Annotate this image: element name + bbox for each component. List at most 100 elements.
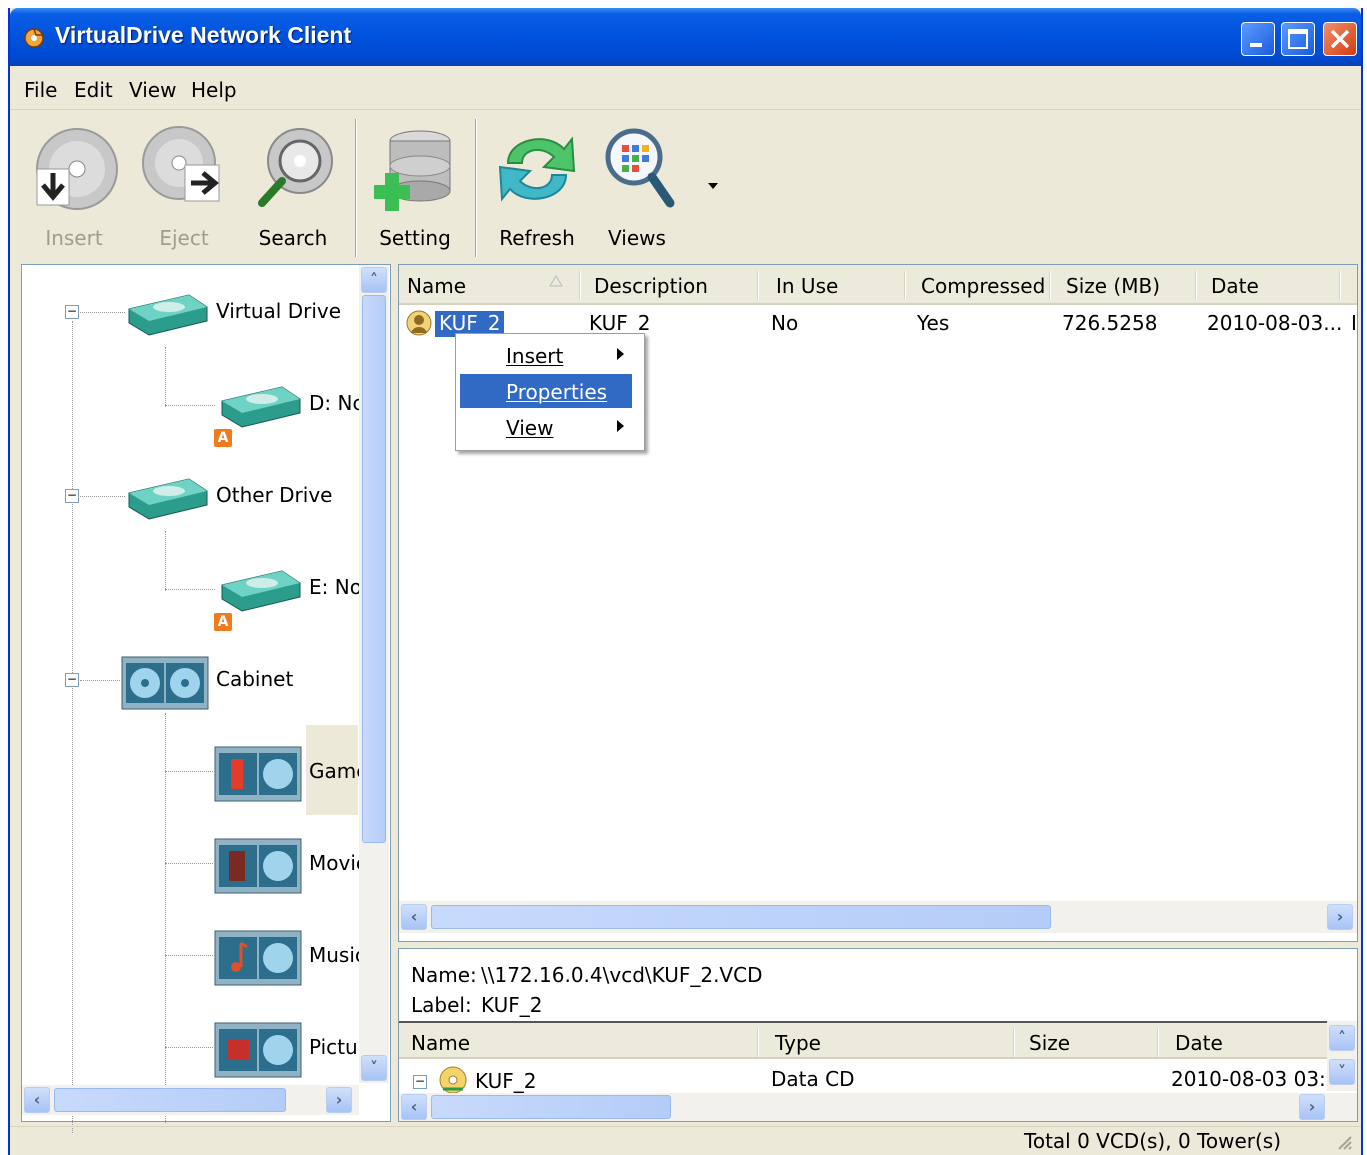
scroll-down-button[interactable]: ˅ [1329, 1059, 1355, 1085]
maximize-button[interactable] [1281, 22, 1315, 56]
tree-line [165, 531, 166, 591]
context-properties-label: Properties [506, 380, 608, 404]
detail-column-name[interactable]: Name [411, 1031, 470, 1055]
toolbar-separator [475, 119, 477, 257]
menu-help[interactable]: Help [191, 78, 237, 102]
eject-button[interactable]: Eject [134, 121, 234, 256]
menu-file[interactable]: File [24, 78, 57, 102]
drive-tree[interactable]: − Virtual Drive D: Nc A − Other Drive E:… [21, 264, 391, 1133]
column-divider[interactable] [1195, 271, 1197, 299]
row-in-use: No [771, 311, 799, 335]
column-divider[interactable] [1339, 271, 1341, 299]
music-cabinet-icon [214, 930, 302, 986]
tree-line [165, 405, 215, 406]
detail-horizontal-scrollbar[interactable]: ‹ › [399, 1093, 1357, 1121]
scroll-up-button[interactable]: ˄ [1329, 1025, 1355, 1051]
scroll-right-button[interactable]: › [1299, 1094, 1325, 1120]
search-icon [258, 128, 333, 207]
resize-grip-icon[interactable] [1335, 1133, 1353, 1151]
insert-button[interactable]: Insert [24, 121, 124, 256]
refresh-button[interactable]: Refresh [487, 121, 587, 256]
tree-line [80, 680, 120, 681]
scroll-thumb[interactable] [54, 1088, 286, 1112]
app-window: VirtualDrive Network Client File Edit Vi… [8, 8, 1363, 1155]
detail-column-type[interactable]: Type [775, 1031, 821, 1055]
column-header-size[interactable]: Size (MB) [1066, 274, 1160, 298]
scroll-left-button[interactable]: ‹ [401, 904, 427, 930]
tree-cabinet[interactable]: Cabinet [216, 667, 293, 691]
minimize-button[interactable] [1241, 22, 1275, 56]
column-divider[interactable] [904, 271, 906, 299]
tree-e-drive[interactable]: E: No [309, 575, 362, 599]
views-button[interactable]: Views [587, 121, 687, 256]
scroll-down-button[interactable]: ˅ [361, 1055, 387, 1081]
column-header-description[interactable]: Description [594, 274, 708, 298]
menu-edit[interactable]: Edit [74, 78, 113, 102]
close-icon [1330, 29, 1350, 49]
row-date: 2010-08-03... [1207, 311, 1343, 335]
tree-horizontal-scrollbar[interactable]: ‹ › [22, 1085, 359, 1115]
tree-other-drive[interactable]: Other Drive [216, 483, 332, 507]
tree-line [165, 589, 215, 590]
tree-virtual-drive[interactable]: Virtual Drive [216, 299, 341, 323]
setting-label: Setting [379, 226, 451, 250]
scroll-thumb[interactable] [431, 1095, 671, 1119]
column-divider[interactable] [579, 271, 581, 299]
scroll-thumb[interactable] [431, 905, 1051, 929]
column-divider[interactable] [1157, 1029, 1159, 1057]
search-button[interactable]: Search [243, 121, 343, 256]
detail-column-date[interactable]: Date [1175, 1031, 1223, 1055]
tree-picture[interactable]: Pictur [309, 1035, 366, 1059]
menu-view[interactable]: View [129, 78, 176, 102]
context-properties[interactable]: Properties [460, 374, 632, 408]
collapse-other-drive-button[interactable]: − [65, 489, 79, 503]
column-divider[interactable] [1049, 271, 1051, 299]
info-label-label: Label: [411, 993, 472, 1017]
column-divider[interactable] [757, 271, 759, 299]
detail-row-date: 2010-08-03 03:00 [1171, 1067, 1331, 1091]
refresh-icon [498, 136, 576, 202]
maximize-icon [1288, 29, 1308, 49]
detail-column-size[interactable]: Size [1029, 1031, 1070, 1055]
toolbar: Insert Eject Search Setting Refresh View… [10, 111, 1361, 261]
tree-line [72, 321, 73, 1133]
collapse-cabinet-button[interactable]: − [65, 673, 79, 687]
context-view-label: View [506, 416, 554, 440]
scroll-left-button[interactable]: ‹ [24, 1087, 50, 1113]
detail-row-name: KUF_2 [475, 1069, 537, 1093]
column-header-name[interactable]: Name [407, 274, 466, 298]
column-divider[interactable] [757, 1029, 759, 1057]
column-divider[interactable] [1013, 1029, 1015, 1057]
setting-button[interactable]: Setting [365, 121, 465, 256]
tree-line [165, 955, 213, 956]
scroll-up-button[interactable]: ˄ [361, 267, 387, 293]
tree-music[interactable]: Music [309, 943, 366, 967]
list-header: Name Description In Use Compressed Size … [399, 265, 1357, 305]
title-bar[interactable]: VirtualDrive Network Client [10, 8, 1361, 66]
collapse-virtual-drive-button[interactable]: − [65, 305, 79, 319]
scroll-right-button[interactable]: › [1327, 904, 1353, 930]
detail-vertical-scrollbar[interactable]: ˄ ˅ [1327, 1021, 1357, 1091]
tree-d-drive[interactable]: D: Nc [309, 391, 363, 415]
column-header-date[interactable]: Date [1211, 274, 1259, 298]
minimize-icon [1250, 43, 1262, 47]
context-view[interactable]: View [460, 410, 632, 444]
tree-vertical-scrollbar[interactable]: ˄ ˅ [359, 265, 389, 1083]
column-header-compressed[interactable]: Compressed [921, 274, 1045, 298]
scroll-thumb[interactable] [362, 295, 386, 843]
list-horizontal-scrollbar[interactable]: ‹ › [399, 901, 1357, 933]
detail-header: Name Type Size Date [399, 1021, 1357, 1059]
scroll-left-button[interactable]: ‹ [401, 1094, 427, 1120]
detail-pane: Name: \\172.16.0.4\vcd\KUF_2.VCD Label: … [398, 948, 1358, 1122]
close-button[interactable] [1323, 22, 1357, 56]
column-header-in-use[interactable]: In Use [776, 274, 838, 298]
collapse-detail-button[interactable]: − [413, 1075, 427, 1089]
context-insert[interactable]: Insert [460, 338, 632, 372]
drive-icon [128, 294, 208, 336]
views-dropdown-arrow-icon[interactable] [706, 181, 720, 191]
insert-label: Insert [45, 226, 103, 250]
scroll-right-button[interactable]: › [326, 1087, 352, 1113]
tree-line [165, 771, 213, 772]
picture-cabinet-icon [214, 1022, 302, 1078]
info-name-value: \\172.16.0.4\vcd\KUF_2.VCD [481, 963, 763, 987]
